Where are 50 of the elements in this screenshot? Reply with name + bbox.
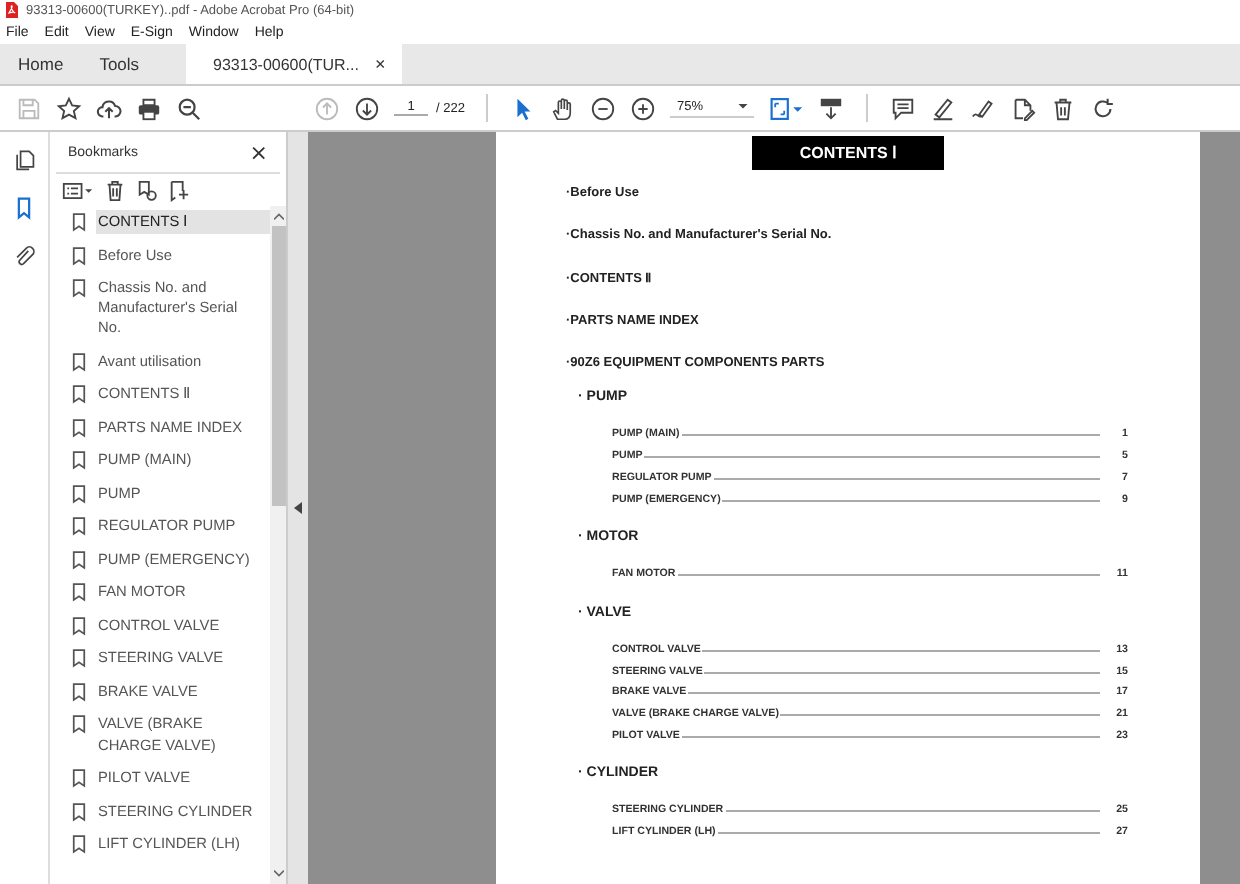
bookmark-icon	[72, 801, 86, 822]
close-button[interactable]: ×	[249, 141, 268, 163]
contents-heading: CONTENTS Ⅰ	[752, 136, 944, 170]
fit-page-icon[interactable]	[768, 95, 805, 121]
new-bookmark-icon[interactable]	[136, 180, 158, 202]
zoom-search-icon[interactable]	[176, 95, 202, 121]
options-menu-icon[interactable]	[62, 180, 94, 202]
trash-icon[interactable]	[1050, 95, 1077, 121]
document-edit-icon[interactable]	[1010, 95, 1037, 121]
bookmark-icon	[72, 681, 86, 702]
tab[interactable]: Tools	[81, 44, 158, 84]
bookmark-icon[interactable]	[12, 196, 36, 220]
redo-icon[interactable]	[1090, 95, 1117, 121]
hand-icon[interactable]	[550, 95, 577, 121]
bookmark-icon	[72, 768, 86, 789]
bookmark-search-icon[interactable]	[168, 180, 190, 202]
scroll-up-icon[interactable]	[273, 212, 283, 220]
bookmark-icon	[72, 615, 86, 636]
scroll-mode-icon[interactable]	[818, 95, 845, 121]
scrollbar[interactable]	[270, 206, 286, 884]
bookmark-icon	[72, 450, 86, 471]
close-tab-button[interactable]: ×	[374, 54, 386, 74]
tab[interactable]: Home	[0, 44, 82, 84]
bookmark-icon	[72, 834, 86, 855]
bookmark-icon	[72, 351, 86, 372]
trash-icon[interactable]	[104, 180, 126, 202]
highlighter-icon[interactable]	[930, 95, 957, 121]
bookmark-icon	[72, 714, 86, 735]
pages-icon[interactable]	[12, 148, 36, 172]
star-icon[interactable]	[56, 95, 82, 121]
print-icon[interactable]	[136, 95, 162, 121]
bookmark-icon	[72, 648, 86, 669]
bookmark-icon	[72, 549, 86, 570]
collapse-panel-icon[interactable]	[294, 502, 302, 514]
tab[interactable]: 93313-00600(TUR... ×	[185, 44, 402, 84]
zoom-out-icon[interactable]	[590, 95, 617, 121]
scrollbar-thumb[interactable]	[271, 226, 285, 506]
cloud-upload-icon[interactable]	[96, 95, 122, 121]
zoom-in-icon[interactable]	[630, 95, 657, 121]
bookmark-icon	[72, 483, 86, 504]
paperclip-icon[interactable]	[12, 244, 36, 268]
page-down-icon[interactable]	[354, 95, 380, 121]
scroll-down-icon[interactable]	[273, 870, 283, 878]
bookmark-icon	[72, 417, 86, 438]
signature-pen-icon[interactable]	[970, 95, 997, 121]
bookmark-icon	[72, 516, 86, 537]
comment-icon[interactable]	[890, 95, 917, 121]
caret-icon	[738, 104, 749, 110]
bookmark-icon	[72, 582, 86, 603]
bookmark-icon	[72, 384, 86, 405]
